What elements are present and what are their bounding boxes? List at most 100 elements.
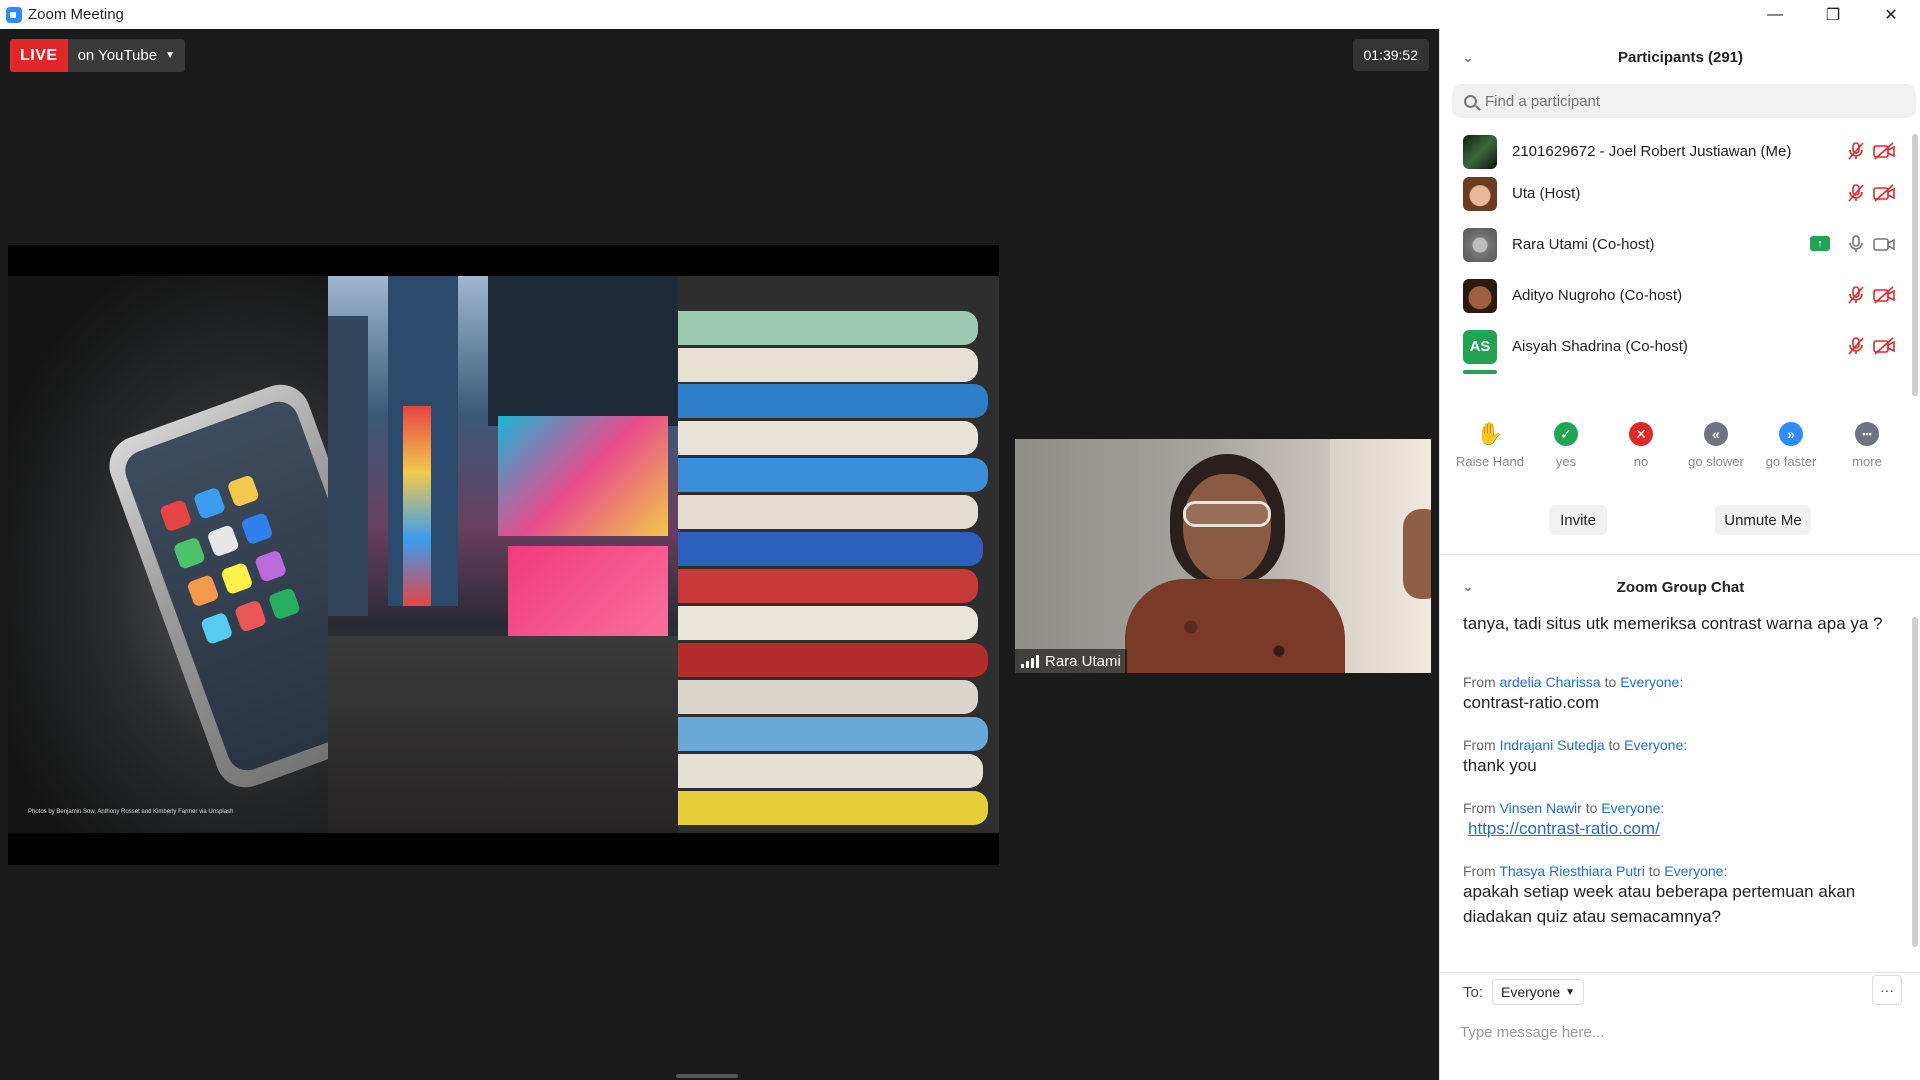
participant-scrollbar[interactable] bbox=[1912, 126, 1918, 396]
more-reactions-button[interactable]: ••• more bbox=[1829, 422, 1905, 469]
mic-muted-icon[interactable] bbox=[1846, 285, 1866, 305]
participant-name: 2101629672 - Joel Robert Justiawan (Me) bbox=[1512, 143, 1792, 160]
chevron-down-icon: ▼ bbox=[1565, 986, 1576, 998]
mic-on-icon[interactable] bbox=[1846, 234, 1866, 254]
message-link[interactable]: https://contrast-ratio.com/ bbox=[1468, 819, 1660, 838]
participant-name: Aisyah Shadrina (Co-host) bbox=[1512, 338, 1688, 355]
chat-message: From Vinsen Nawir to Everyone: https://c… bbox=[1463, 800, 1883, 841]
no-button[interactable]: ✕ no bbox=[1603, 422, 1679, 469]
mic-muted-icon[interactable] bbox=[1846, 336, 1866, 356]
speaker-name: Rara Utami bbox=[1045, 652, 1121, 670]
minimize-button[interactable]: — bbox=[1746, 0, 1804, 29]
avatar bbox=[1463, 278, 1497, 313]
chat-title: Zoom Group Chat bbox=[1616, 578, 1745, 596]
invite-button[interactable]: Invite bbox=[1549, 505, 1607, 535]
slide-photo-books bbox=[678, 276, 999, 833]
participant-search-input[interactable] bbox=[1485, 92, 1885, 110]
participant-row[interactable] bbox=[1440, 370, 1910, 394]
raise-hand-button[interactable]: ✋ Raise Hand bbox=[1452, 421, 1528, 469]
meeting-timer: 01:39:52 bbox=[1352, 39, 1429, 71]
slide-photo-city bbox=[328, 276, 678, 833]
chat-message: tanya, tadi situs utk memeriksa contrast… bbox=[1463, 611, 1883, 636]
close-button[interactable]: ✕ bbox=[1862, 0, 1920, 29]
live-label: LIVE bbox=[10, 39, 68, 72]
participant-row[interactable]: Adityo Nugroho (Co-host) bbox=[1440, 270, 1910, 321]
chat-message-input[interactable] bbox=[1460, 1017, 1890, 1047]
mic-muted-icon[interactable] bbox=[1846, 141, 1866, 161]
more-icon: ••• bbox=[1855, 422, 1879, 446]
yes-button[interactable]: ✓ yes bbox=[1528, 422, 1604, 469]
check-icon: ✓ bbox=[1554, 422, 1578, 446]
participant-row[interactable]: AS Aisyah Shadrina (Co-host) bbox=[1440, 321, 1910, 372]
title-bar: Zoom Meeting — ❐ ✕ bbox=[0, 0, 1920, 29]
message-text: thank you bbox=[1463, 756, 1537, 775]
to-label: To: bbox=[1463, 984, 1484, 1001]
side-panel: ⌄ Participants (291) 2101629672 - Joel R… bbox=[1439, 29, 1920, 1080]
camera-off-icon[interactable] bbox=[1872, 285, 1896, 305]
avatar: AS bbox=[1463, 329, 1497, 364]
slide-photo-phone: Photos by Benjamin Sow, Anthony Rosset a… bbox=[8, 276, 425, 833]
participant-name: Rara Utami (Co-host) bbox=[1512, 236, 1655, 253]
restore-button[interactable]: ❐ bbox=[1804, 0, 1862, 29]
x-icon: ✕ bbox=[1629, 422, 1653, 446]
toolbar-handle[interactable] bbox=[676, 1074, 738, 1078]
message-text: tanya, tadi situs utk memeriksa contrast… bbox=[1463, 614, 1883, 633]
participant-list: 2101629672 - Joel Robert Justiawan (Me) … bbox=[1440, 126, 1920, 394]
screen-share-icon: ↑ bbox=[1810, 236, 1830, 251]
unmute-me-button[interactable]: Unmute Me bbox=[1715, 505, 1811, 535]
collapse-chevron-icon[interactable]: ⌄ bbox=[1462, 578, 1474, 595]
participant-name: Uta (Host) bbox=[1512, 185, 1581, 202]
window-controls: — ❐ ✕ bbox=[1746, 0, 1920, 29]
camera-off-icon[interactable] bbox=[1872, 183, 1896, 203]
panel-divider bbox=[1440, 554, 1920, 555]
avatar bbox=[1463, 176, 1497, 211]
chat-more-button[interactable]: ··· bbox=[1872, 975, 1902, 1005]
rewind-icon: « bbox=[1704, 422, 1728, 446]
participant-search[interactable] bbox=[1452, 84, 1916, 118]
shared-screen: Photos by Benjamin Sow, Anthony Rosset a… bbox=[8, 245, 999, 865]
photo-credit: Photos by Benjamin Sow, Anthony Rosset a… bbox=[28, 809, 234, 815]
participants-title: Participants (291) bbox=[1617, 48, 1744, 66]
video-name-bar: Rara Utami bbox=[1015, 649, 1127, 673]
go-faster-button[interactable]: » go faster bbox=[1753, 422, 1829, 469]
signal-strength-icon bbox=[1021, 654, 1039, 668]
message-text: apakah setiap week atau beberapa pertemu… bbox=[1463, 882, 1856, 926]
avatar bbox=[1463, 227, 1497, 262]
participant-name: Adityo Nugroho (Co-host) bbox=[1512, 287, 1683, 304]
live-stream-badge[interactable]: LIVE on YouTube ▼ bbox=[10, 39, 185, 72]
search-icon bbox=[1464, 94, 1477, 108]
stream-target-dropdown[interactable]: on YouTube ▼ bbox=[67, 39, 185, 72]
participant-row[interactable]: Rara Utami (Co-host) ↑ bbox=[1440, 219, 1910, 270]
go-slower-button[interactable]: « go slower bbox=[1678, 422, 1754, 469]
video-stage: LIVE on YouTube ▼ 01:39:52 Photos by Ben… bbox=[0, 29, 1439, 1080]
chat-header: ⌄ Zoom Group Chat bbox=[1440, 567, 1920, 607]
participant-row[interactable]: Uta (Host) bbox=[1440, 168, 1910, 219]
participants-header: ⌄ Participants (291) bbox=[1440, 29, 1920, 85]
chat-scrollbar[interactable] bbox=[1912, 611, 1918, 951]
message-sender: From Indrajani Sutedja to Everyone: bbox=[1463, 737, 1688, 753]
mic-muted-icon[interactable] bbox=[1846, 183, 1866, 203]
hand-icon: ✋ bbox=[1476, 421, 1504, 446]
fast-forward-icon: » bbox=[1779, 422, 1803, 446]
avatar bbox=[1463, 370, 1497, 374]
chat-messages: tanya, tadi situs utk memeriksa contrast… bbox=[1440, 611, 1920, 965]
recipient-value: Everyone bbox=[1501, 984, 1561, 1000]
camera-on-icon[interactable] bbox=[1872, 234, 1896, 254]
chat-message: From ardelia Charissa to Everyone: contr… bbox=[1463, 674, 1883, 715]
camera-off-icon[interactable] bbox=[1872, 336, 1896, 356]
message-sender: From Thasya Riesthiara Putri to Everyone… bbox=[1463, 863, 1728, 879]
chat-message: From Thasya Riesthiara Putri to Everyone… bbox=[1463, 863, 1883, 929]
recipient-dropdown[interactable]: Everyone ▼ bbox=[1492, 979, 1585, 1005]
caret-down-icon: ▼ bbox=[165, 50, 175, 61]
zoom-logo-icon bbox=[6, 6, 22, 23]
stream-target-label: on YouTube bbox=[77, 47, 158, 64]
avatar bbox=[1463, 134, 1497, 169]
collapse-chevron-icon[interactable]: ⌄ bbox=[1462, 49, 1474, 66]
speaker-video-tile[interactable]: Rara Utami bbox=[1015, 439, 1431, 673]
reactions-bar: ✋ Raise Hand ✓ yes ✕ no « go slower » go… bbox=[1440, 421, 1920, 482]
message-sender: From Vinsen Nawir to Everyone: bbox=[1463, 800, 1665, 816]
camera-off-icon[interactable] bbox=[1872, 141, 1896, 161]
message-sender: From ardelia Charissa to Everyone: bbox=[1463, 674, 1684, 690]
chat-message: From Indrajani Sutedja to Everyone: than… bbox=[1463, 737, 1883, 778]
message-text: contrast-ratio.com bbox=[1463, 693, 1600, 712]
